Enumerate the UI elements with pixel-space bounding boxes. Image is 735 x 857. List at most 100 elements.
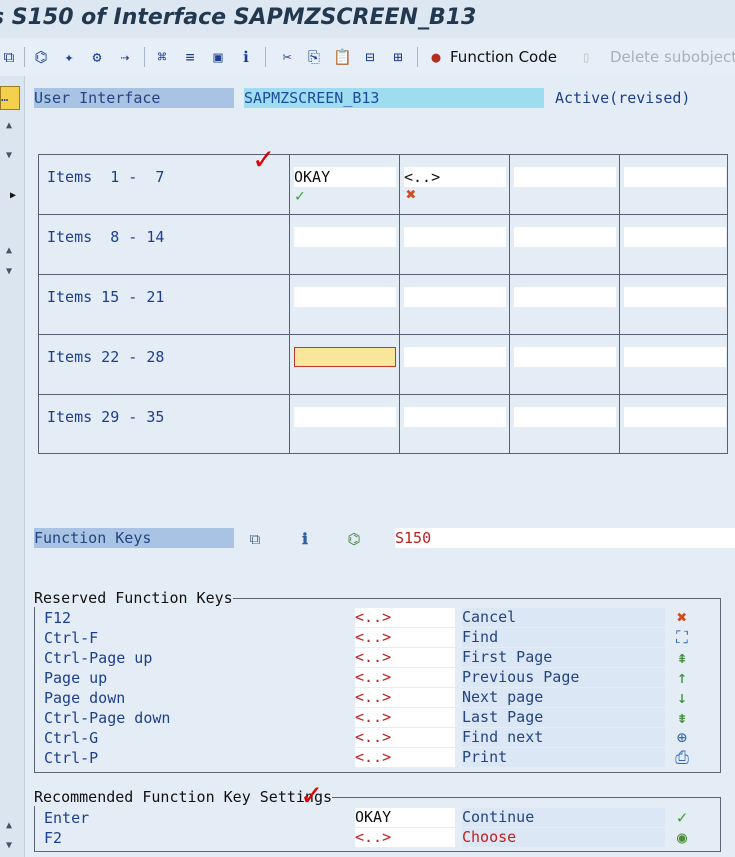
scroll-down-icon[interactable]: ▼ <box>2 266 16 277</box>
paste-icon[interactable]: 📋 <box>333 48 352 66</box>
item-input[interactable] <box>404 347 506 367</box>
function-code-icon[interactable]: ● <box>427 48 445 66</box>
key-label: Enter <box>44 809 90 827</box>
tree-icon[interactable]: ⌘ <box>153 48 171 66</box>
key-description: Continue <box>462 808 665 827</box>
scroll-down-icon[interactable]: ▼ <box>2 150 16 161</box>
item-cell[interactable] <box>400 275 510 334</box>
copy-icon[interactable]: ⧉ <box>246 530 264 548</box>
magic-wand-icon[interactable]: ✦ <box>60 48 78 66</box>
find-icon: ⛶ <box>676 628 688 648</box>
window-icon[interactable]: ▣ <box>209 48 227 66</box>
item-cell[interactable] <box>290 335 400 394</box>
item-cell[interactable] <box>400 215 510 274</box>
item-cell[interactable] <box>290 215 400 274</box>
item-input-focused[interactable] <box>294 347 396 367</box>
scroll-down-icon[interactable]: ▼ <box>2 840 16 851</box>
list-item: Enter OKAY Continue ✓ <box>44 808 704 828</box>
key-code: <..> <box>355 608 455 627</box>
stack-icon[interactable]: ≡ <box>181 48 199 66</box>
item-input[interactable] <box>624 167 726 187</box>
previous-page-icon: ↑ <box>676 668 688 688</box>
first-page-icon: ⇞ <box>676 648 688 668</box>
item-input[interactable] <box>514 167 616 187</box>
item-cell[interactable] <box>620 395 727 454</box>
row-label: Items 1 - 7 <box>47 168 165 186</box>
item-cell[interactable] <box>510 335 620 394</box>
item-input[interactable] <box>514 227 616 247</box>
transfer-icon[interactable]: ⇢ <box>116 48 134 66</box>
item-input[interactable] <box>294 407 396 427</box>
status-text: Active(revised) <box>555 89 691 107</box>
key-code: <..> <box>355 628 455 647</box>
item-input[interactable] <box>514 407 616 427</box>
info-icon[interactable]: ℹ <box>237 48 255 66</box>
continue-icon: ✓ <box>676 808 688 828</box>
item-input[interactable] <box>404 287 506 307</box>
item-input[interactable] <box>624 287 726 307</box>
row-label: Items 29 - 35 <box>47 408 165 426</box>
key-code: <..> <box>355 648 455 667</box>
item-input[interactable] <box>624 407 726 427</box>
item-input[interactable] <box>514 347 616 367</box>
item-cell[interactable]: OKAY ✓ <box>290 155 400 214</box>
item-cell[interactable] <box>510 155 620 214</box>
settings-icon[interactable]: ⚙ <box>88 48 106 66</box>
list-item: Ctrl-G <..> Find next ⊕ <box>44 728 704 748</box>
key-code: <..> <box>355 828 455 847</box>
item-cell[interactable] <box>620 335 727 394</box>
item-cell[interactable] <box>510 395 620 454</box>
function-keys-value: S150 <box>395 528 735 548</box>
sidebar-selected-item[interactable]: … <box>0 86 20 110</box>
row-label-cell: Items 29 - 35 <box>39 395 290 454</box>
item-cell[interactable] <box>400 335 510 394</box>
item-cell[interactable] <box>620 215 727 274</box>
item-input[interactable] <box>404 407 506 427</box>
item-input[interactable] <box>294 287 396 307</box>
recommended-keys-title: Recommended Function Key Settings <box>34 788 333 806</box>
red-check-mark-icon: ✓ <box>300 779 324 812</box>
list-item: Page up <..> Previous Page ↑ <box>44 668 704 688</box>
item-cell[interactable] <box>290 395 400 454</box>
copy-document-icon[interactable]: ⎘ <box>305 48 323 66</box>
next-page-icon: ↓ <box>676 688 688 708</box>
item-cell[interactable] <box>290 275 400 334</box>
cut-icon[interactable]: ✂ <box>278 48 296 66</box>
item-cell[interactable] <box>510 275 620 334</box>
checkmark-icon: ✓ <box>295 186 305 205</box>
item-input[interactable] <box>404 227 506 247</box>
copy-icon[interactable]: ⧉ <box>0 48 18 66</box>
key-label: F12 <box>44 609 72 627</box>
item-input[interactable] <box>624 227 726 247</box>
item-cell[interactable] <box>510 215 620 274</box>
table-row: Items 22 - 28 <box>39 335 727 395</box>
print-icon: ⎙ <box>675 748 689 768</box>
expand-icon[interactable]: ▶ <box>6 190 20 201</box>
delete-subobject-button[interactable]: Delete subobject <box>610 38 735 76</box>
last-page-icon: ⇟ <box>676 708 688 728</box>
function-keys-label: Function Keys <box>34 528 234 548</box>
key-code: <..> <box>355 688 455 707</box>
item-cell[interactable] <box>400 395 510 454</box>
key-label: Page down <box>44 689 126 707</box>
item-cell[interactable] <box>620 155 727 214</box>
row-label-cell: Items 15 - 21 <box>39 275 290 334</box>
row-label-cell: Items 22 - 28 <box>39 335 290 394</box>
scroll-up-icon[interactable]: ▲ <box>2 820 16 831</box>
item-input[interactable] <box>624 347 726 367</box>
scroll-up-icon[interactable]: ▲ <box>2 120 16 131</box>
list-item: F2 <..> Choose ◉ <box>44 828 704 848</box>
hierarchy-icon[interactable]: ⌬ <box>345 530 363 548</box>
item-cell[interactable]: <..> ✖ <box>400 155 510 214</box>
insert-row-icon[interactable]: ⊞ <box>389 48 407 66</box>
delete-row-icon[interactable]: ⊟ <box>361 48 379 66</box>
item-cell[interactable] <box>620 275 727 334</box>
hierarchy-icon[interactable]: ⌬ <box>32 48 50 66</box>
info-icon[interactable]: ℹ <box>296 530 314 548</box>
document-icon[interactable]: ▯ <box>577 48 595 66</box>
function-code-button[interactable]: Function Code <box>450 38 557 76</box>
item-input[interactable] <box>294 227 396 247</box>
scroll-up-icon[interactable]: ▲ <box>2 245 16 256</box>
list-item: Ctrl-Page up <..> First Page ⇞ <box>44 648 704 668</box>
item-input[interactable] <box>514 287 616 307</box>
